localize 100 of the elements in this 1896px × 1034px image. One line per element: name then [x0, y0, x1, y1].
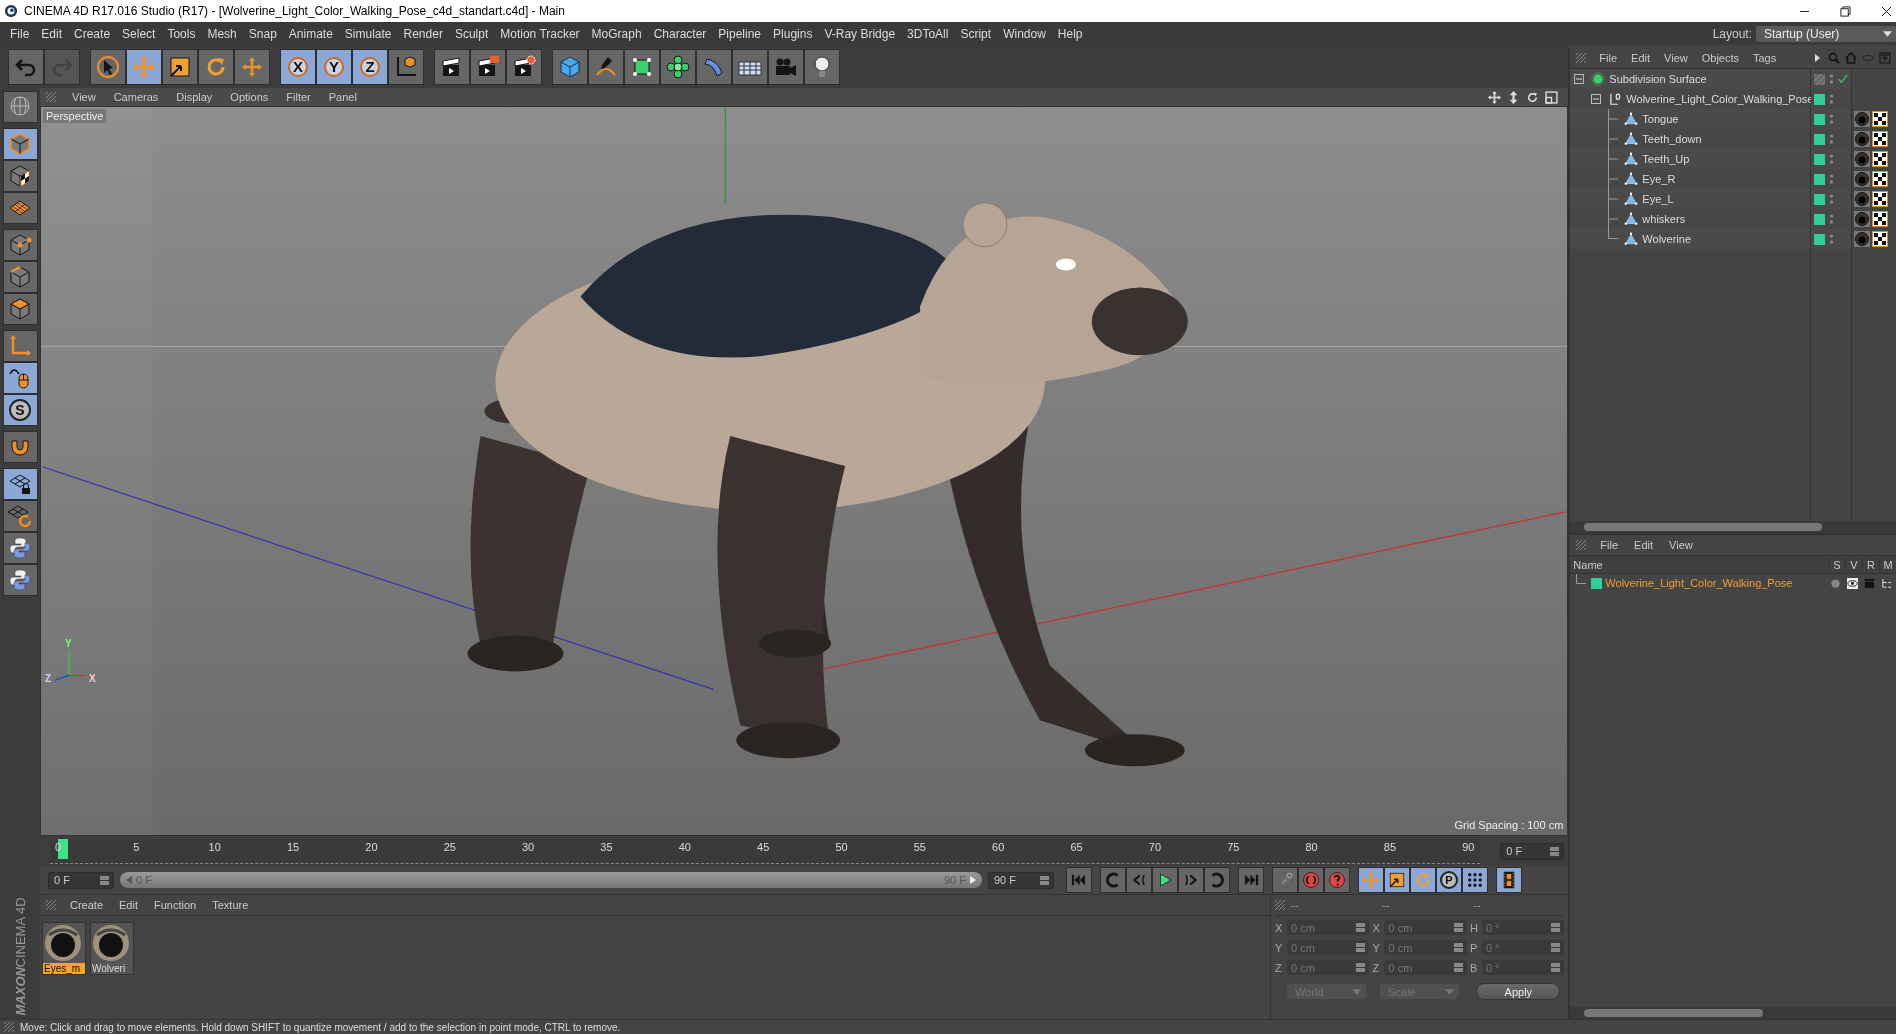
material-tag-icon[interactable]	[1854, 171, 1871, 187]
checker-tag-icon[interactable]	[1872, 171, 1889, 187]
object-menu-item[interactable]: View	[1657, 52, 1695, 64]
menu-item[interactable]: Select	[116, 26, 162, 41]
maximize-view-icon[interactable]	[1545, 90, 1559, 104]
tool-button[interactable]	[660, 48, 696, 85]
object-name[interactable]: whiskers	[1642, 213, 1686, 225]
range-end-field[interactable]: 90 F	[988, 871, 1054, 889]
menu-item[interactable]: Mesh	[201, 26, 243, 41]
close-icon[interactable]	[1881, 5, 1892, 17]
object-name[interactable]: Eye_L	[1642, 193, 1674, 205]
object-name[interactable]: Tongue	[1642, 113, 1679, 125]
view-menu-item[interactable]: Display	[168, 91, 221, 103]
menu-item[interactable]: Motion Tracker	[494, 26, 586, 41]
tool-button[interactable]	[198, 48, 234, 85]
menu-item[interactable]: Character	[647, 26, 713, 41]
object-name[interactable]: Eye_R	[1642, 173, 1676, 185]
object-name[interactable]: Teeth_down	[1642, 133, 1702, 145]
layer-swatch[interactable]	[1814, 173, 1826, 185]
tool-button[interactable]	[2, 330, 38, 362]
tool-button[interactable]	[588, 48, 624, 85]
tool-button[interactable]	[2, 431, 38, 463]
material-tag-icon[interactable]	[1854, 151, 1871, 167]
checker-tag-icon[interactable]	[1872, 231, 1889, 247]
eye-icon[interactable]	[1847, 577, 1858, 589]
visibility-dots-icon[interactable]	[1829, 193, 1835, 205]
visibility-dots-icon[interactable]	[1829, 233, 1835, 245]
material-menu-item[interactable]: Create	[62, 899, 112, 911]
tool-button[interactable]	[2, 468, 38, 500]
menu-item[interactable]: Sculpt	[448, 26, 495, 41]
layer-swatch[interactable]	[1814, 213, 1826, 225]
visibility-dots-icon[interactable]	[1829, 153, 1835, 165]
menu-item[interactable]: V-Ray Bridge	[818, 26, 902, 41]
material-tag-icon[interactable]	[1854, 111, 1871, 127]
tool-button[interactable]	[2, 91, 38, 123]
menu-item[interactable]: MoGraph	[585, 26, 648, 41]
tool-button[interactable]	[1152, 867, 1178, 893]
material-tag-icon[interactable]	[1854, 191, 1871, 207]
tool-button[interactable]	[2, 229, 38, 261]
tool-button[interactable]	[1384, 867, 1410, 893]
checker-tag-icon[interactable]	[1872, 211, 1889, 227]
viewport[interactable]: Perspective Y Z X Grid Spacing : 100 cm	[40, 106, 1569, 836]
material-menu-item[interactable]: Function	[146, 899, 205, 911]
solo-dot-icon[interactable]	[1830, 577, 1841, 589]
tool-button[interactable]	[2, 293, 38, 325]
layer-swatch[interactable]	[1814, 153, 1826, 165]
tool-button[interactable]	[234, 48, 270, 85]
visibility-dots-icon[interactable]	[1829, 113, 1835, 125]
tool-button[interactable]	[1496, 867, 1522, 893]
view-menu-item[interactable]: Options	[222, 91, 277, 103]
collapse-toggle[interactable]	[1574, 74, 1585, 84]
object-name[interactable]: Teeth_Up	[1642, 153, 1690, 165]
tool-button[interactable]	[506, 48, 542, 85]
hierarchy-icon[interactable]	[1881, 577, 1892, 589]
tool-button[interactable]	[162, 48, 198, 85]
collapse-toggle[interactable]	[1591, 94, 1602, 104]
layer-swatch[interactable]	[1814, 113, 1826, 125]
tool-button[interactable]	[2, 160, 38, 192]
layer-menu-item[interactable]: View	[1661, 539, 1701, 551]
parameter-button[interactable]: P	[1436, 867, 1462, 893]
menu-item[interactable]: Create	[68, 26, 117, 41]
visibility-dots-icon[interactable]	[1829, 73, 1835, 85]
object-menu-item[interactable]: Edit	[1624, 52, 1658, 64]
tool-button[interactable]	[434, 48, 470, 85]
tool-button[interactable]	[470, 48, 506, 85]
tool-button[interactable]	[804, 48, 840, 85]
rotate-view-icon[interactable]	[1526, 90, 1540, 104]
layer-swatch[interactable]	[1814, 93, 1826, 105]
move-view-icon[interactable]	[1488, 90, 1502, 104]
menu-item[interactable]: Pipeline	[712, 26, 768, 41]
menu-item[interactable]: File	[4, 26, 36, 41]
tool-button[interactable]	[2, 500, 38, 532]
material-menu-item[interactable]: Edit	[111, 899, 146, 911]
view-menu-item[interactable]: View	[64, 91, 104, 103]
tool-button[interactable]	[388, 48, 424, 85]
tool-button[interactable]	[624, 48, 660, 85]
timeline-ruler[interactable]: 0 5 10 15 20 25 30 35 40 45 50 55 60 65 70 75 80 85 90	[50, 838, 1481, 864]
visibility-dots-icon[interactable]	[1829, 213, 1835, 225]
material-swatch[interactable]: Wolveri	[90, 922, 134, 975]
horizontal-scrollbar[interactable]	[1570, 1007, 1896, 1019]
layer-menu-item[interactable]: Edit	[1626, 539, 1662, 551]
restore-icon[interactable]	[1840, 5, 1851, 17]
view-menu-item[interactable]: Panel	[320, 91, 365, 103]
object-menu-item[interactable]: Tags	[1746, 52, 1784, 64]
axis-lock-button[interactable]: Y	[316, 48, 352, 85]
view-menu-item[interactable]: Filter	[278, 91, 319, 103]
tool-button[interactable]	[2, 192, 38, 224]
axis-lock-button[interactable]: Z	[352, 48, 388, 85]
layer-swatch[interactable]	[1814, 133, 1826, 145]
menu-item[interactable]: Snap	[242, 26, 283, 41]
view-menu-item[interactable]: Cameras	[105, 91, 167, 103]
checkmark-icon[interactable]	[1838, 74, 1849, 84]
menu-item[interactable]: Edit	[35, 26, 69, 41]
object-name[interactable]: Wolverine_Light_Color_Walking_Pose	[1626, 93, 1814, 105]
checker-tag-icon[interactable]	[1872, 111, 1889, 127]
object-menu-item[interactable]: File	[1592, 52, 1625, 64]
horizontal-scrollbar[interactable]	[1570, 521, 1896, 533]
solo-button[interactable]: S	[2, 394, 38, 426]
menu-item[interactable]: 3DToAll	[901, 26, 955, 41]
right-arrow-icon[interactable]	[970, 876, 976, 884]
